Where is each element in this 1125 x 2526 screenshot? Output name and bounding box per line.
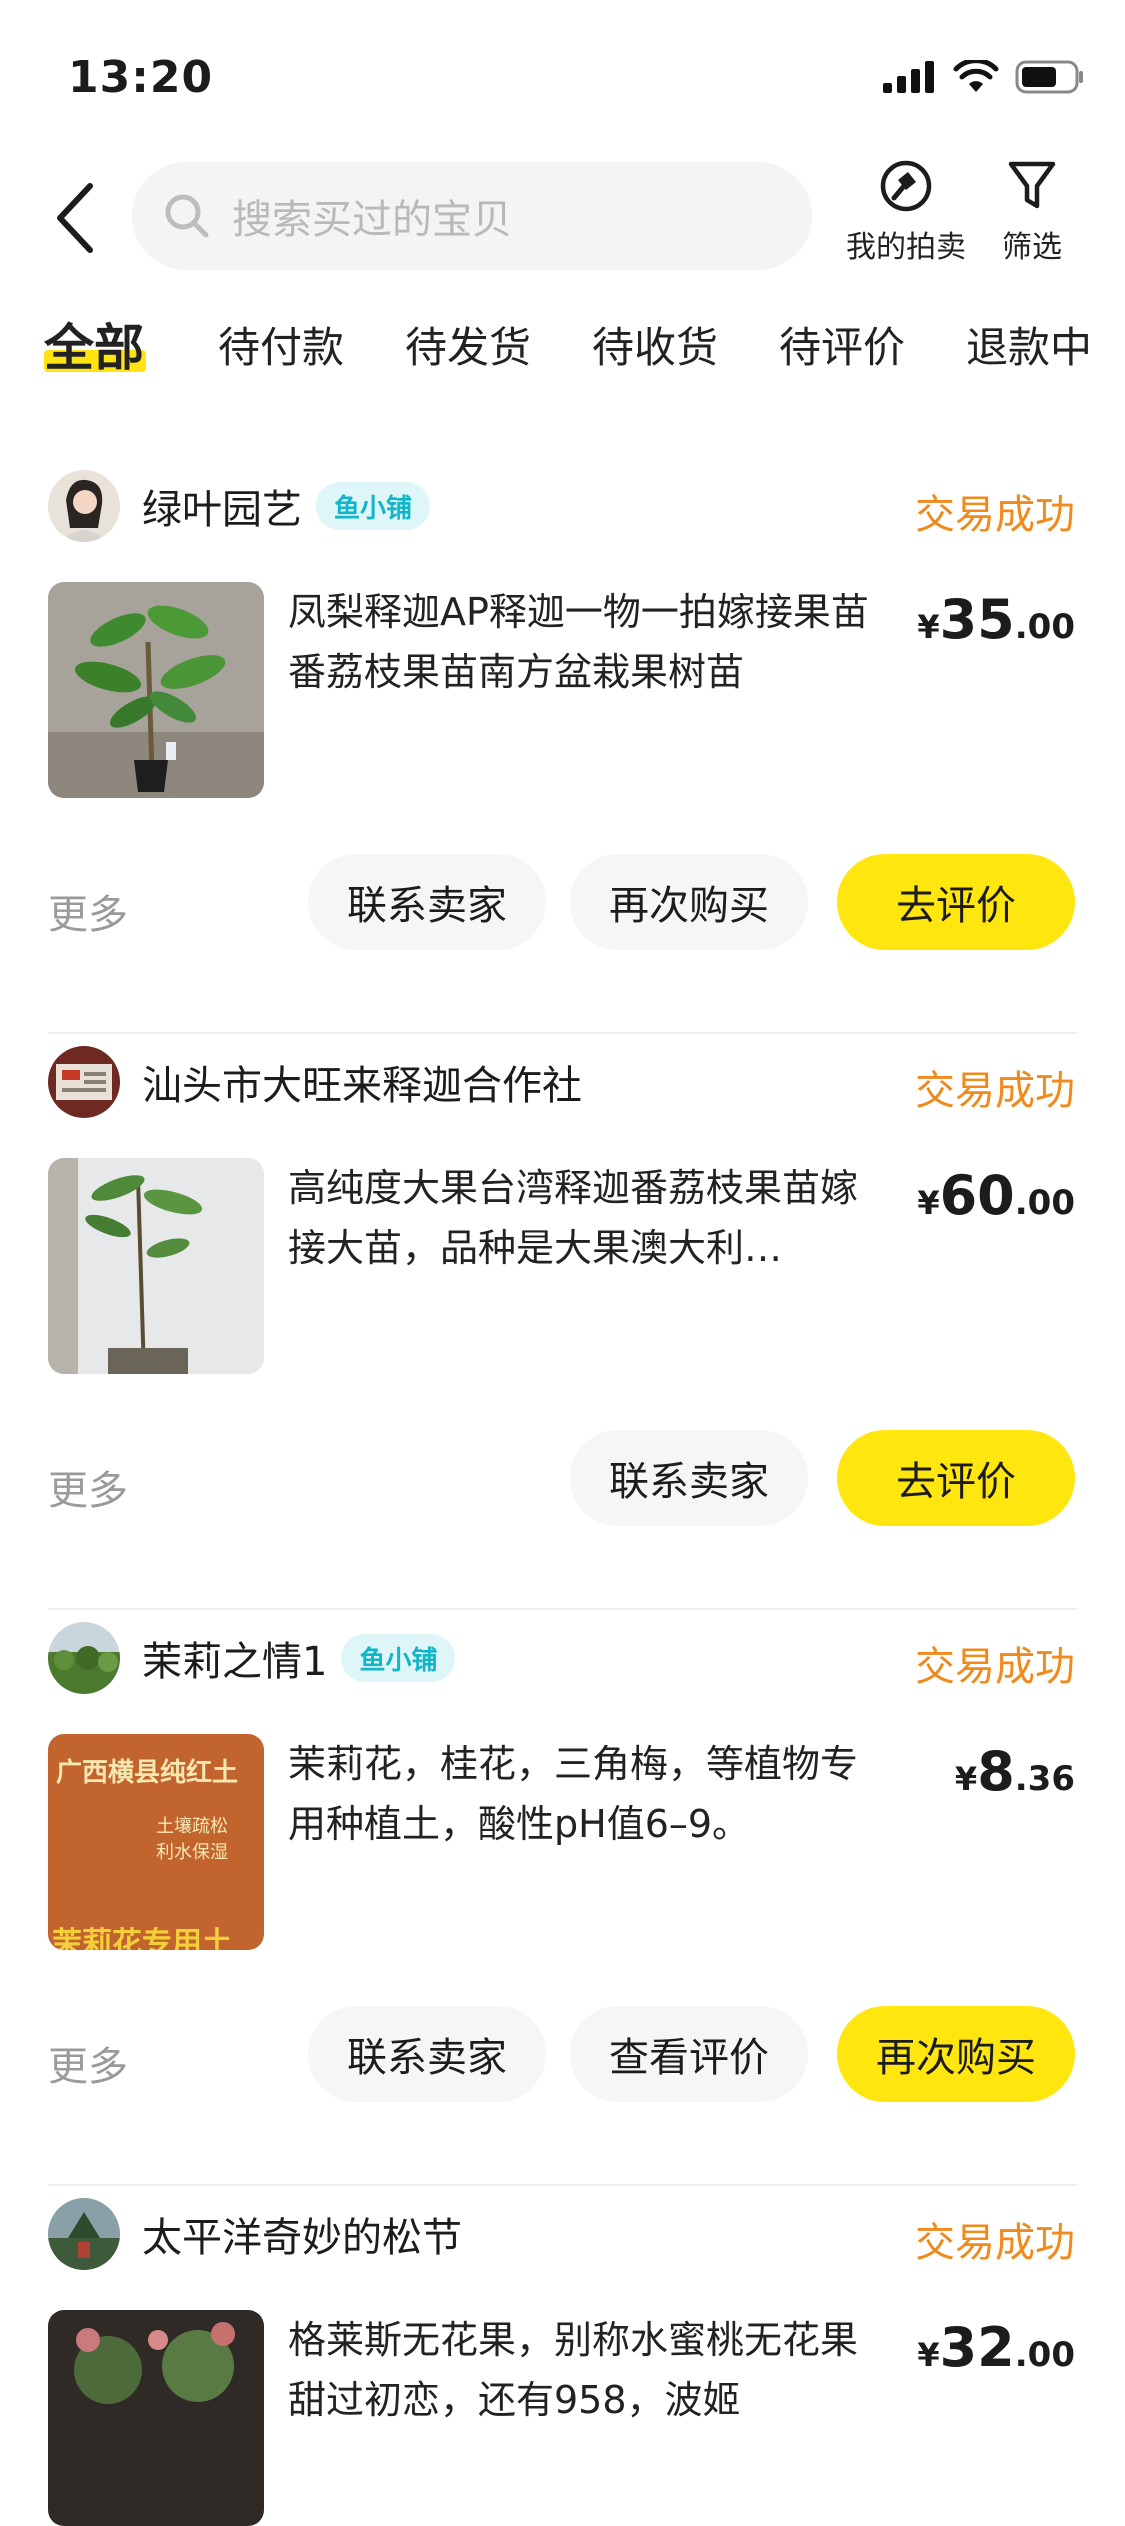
review-button[interactable]: 去评价 — [837, 1430, 1075, 1526]
signal-icon — [883, 61, 934, 93]
divider — [48, 1608, 1077, 1610]
wifi-icon — [953, 60, 999, 92]
tab-pending-payment[interactable]: 待付款 — [218, 314, 344, 375]
shop-name: 茉莉之情1 — [142, 1639, 328, 1685]
avatar — [48, 470, 120, 542]
avatar — [48, 2198, 120, 2270]
divider — [48, 1032, 1077, 1034]
tab-pending-shipment[interactable]: 待发货 — [405, 314, 531, 375]
product-image[interactable]: 广西横县纯红土 土壤疏松 利水保湿 茉莉花专用土 — [48, 1734, 264, 1950]
auction-hammer-icon — [880, 160, 932, 212]
product-price: ¥35.00 — [917, 588, 1075, 651]
tab-pending-review[interactable]: 待评价 — [779, 314, 905, 375]
order-status: 交易成功 — [915, 492, 1075, 538]
more-button[interactable]: 更多 — [48, 2034, 128, 2092]
battery-icon — [1015, 60, 1083, 94]
product-image-text: 广西横县纯红土 — [56, 1758, 239, 1788]
product-image-subtext: 土壤疏松 利水保湿 — [156, 1816, 228, 1863]
tab-refunding[interactable]: 退款中 — [966, 314, 1092, 375]
status-icons — [883, 60, 1085, 94]
shop-row[interactable]: 绿叶园艺 鱼小铺 — [48, 470, 431, 542]
search-icon — [165, 194, 209, 238]
shop-row[interactable]: 汕头市大旺来释迦合作社 — [48, 1046, 582, 1118]
product-image-bottom-text: 茉莉花专用土 — [52, 1926, 232, 1950]
shop-name: 绿叶园艺 — [142, 487, 302, 533]
shop-row[interactable]: 太平洋奇妙的松节 — [48, 2198, 462, 2270]
shop-name: 太平洋奇妙的松节 — [142, 2215, 462, 2261]
shop-row[interactable]: 茉莉之情1 鱼小铺 — [48, 1622, 456, 1694]
avatar — [48, 1622, 120, 1694]
divider — [48, 2184, 1077, 2186]
buy-again-button[interactable]: 再次购买 — [837, 2006, 1075, 2102]
contact-seller-button[interactable]: 联系卖家 — [308, 854, 546, 950]
order-status: 交易成功 — [915, 1068, 1075, 1114]
review-button[interactable]: 去评价 — [837, 854, 1075, 950]
view-review-button[interactable]: 查看评价 — [570, 2006, 808, 2102]
search-input[interactable]: 搜索买过的宝贝 — [132, 162, 812, 270]
product-price: ¥60.00 — [917, 1164, 1075, 1227]
contact-seller-button[interactable]: 联系卖家 — [308, 2006, 546, 2102]
search-placeholder: 搜索买过的宝贝 — [232, 197, 512, 243]
shop-name: 汕头市大旺来释迦合作社 — [142, 1063, 582, 1109]
status-time: 13:20 — [68, 52, 214, 103]
product-title[interactable]: 凤梨释迦AP释迦一物一拍嫁接果苗番荔枝果苗南方盆栽果树苗 — [288, 582, 888, 702]
product-price: ¥32.00 — [917, 2316, 1075, 2379]
order-status: 交易成功 — [915, 2220, 1075, 2266]
contact-seller-button[interactable]: 联系卖家 — [570, 1430, 808, 1526]
filter-funnel-icon — [1008, 161, 1056, 209]
my-auction-button[interactable]: 我的拍卖 — [846, 158, 966, 266]
product-image[interactable] — [48, 582, 264, 798]
back-arrow-icon — [57, 183, 93, 253]
my-auction-label: 我的拍卖 — [846, 230, 966, 265]
back-button[interactable] — [50, 180, 110, 260]
buy-again-button[interactable]: 再次购买 — [570, 854, 808, 950]
more-button[interactable]: 更多 — [48, 1458, 128, 1516]
tab-pending-receipt[interactable]: 待收货 — [592, 314, 718, 375]
product-title[interactable]: 茉莉花，桂花，三角梅，等植物专用种植土，酸性pH值6–9。 — [288, 1734, 888, 1854]
shop-badge: 鱼小铺 — [341, 1634, 456, 1682]
avatar — [48, 1046, 120, 1118]
product-image[interactable] — [48, 1158, 264, 1374]
product-image[interactable] — [48, 2310, 264, 2526]
shop-badge: 鱼小铺 — [316, 482, 431, 530]
order-status: 交易成功 — [915, 1644, 1075, 1690]
order-tabs: 全部 待付款 待发货 待收货 待评价 退款中 — [0, 300, 1125, 390]
product-title[interactable]: 格莱斯无花果，别称水蜜桃无花果甜过初恋，还有958，波姬 — [288, 2310, 888, 2430]
filter-label: 筛选 — [1002, 230, 1062, 265]
product-price: ¥8.36 — [954, 1740, 1075, 1803]
filter-button[interactable]: 筛选 — [1002, 158, 1062, 266]
more-button[interactable]: 更多 — [48, 882, 128, 940]
product-title[interactable]: 高纯度大果台湾释迦番荔枝果苗嫁接大苗，品种是大果澳大利… — [288, 1158, 888, 1278]
tab-all[interactable]: 全部 — [44, 308, 144, 380]
